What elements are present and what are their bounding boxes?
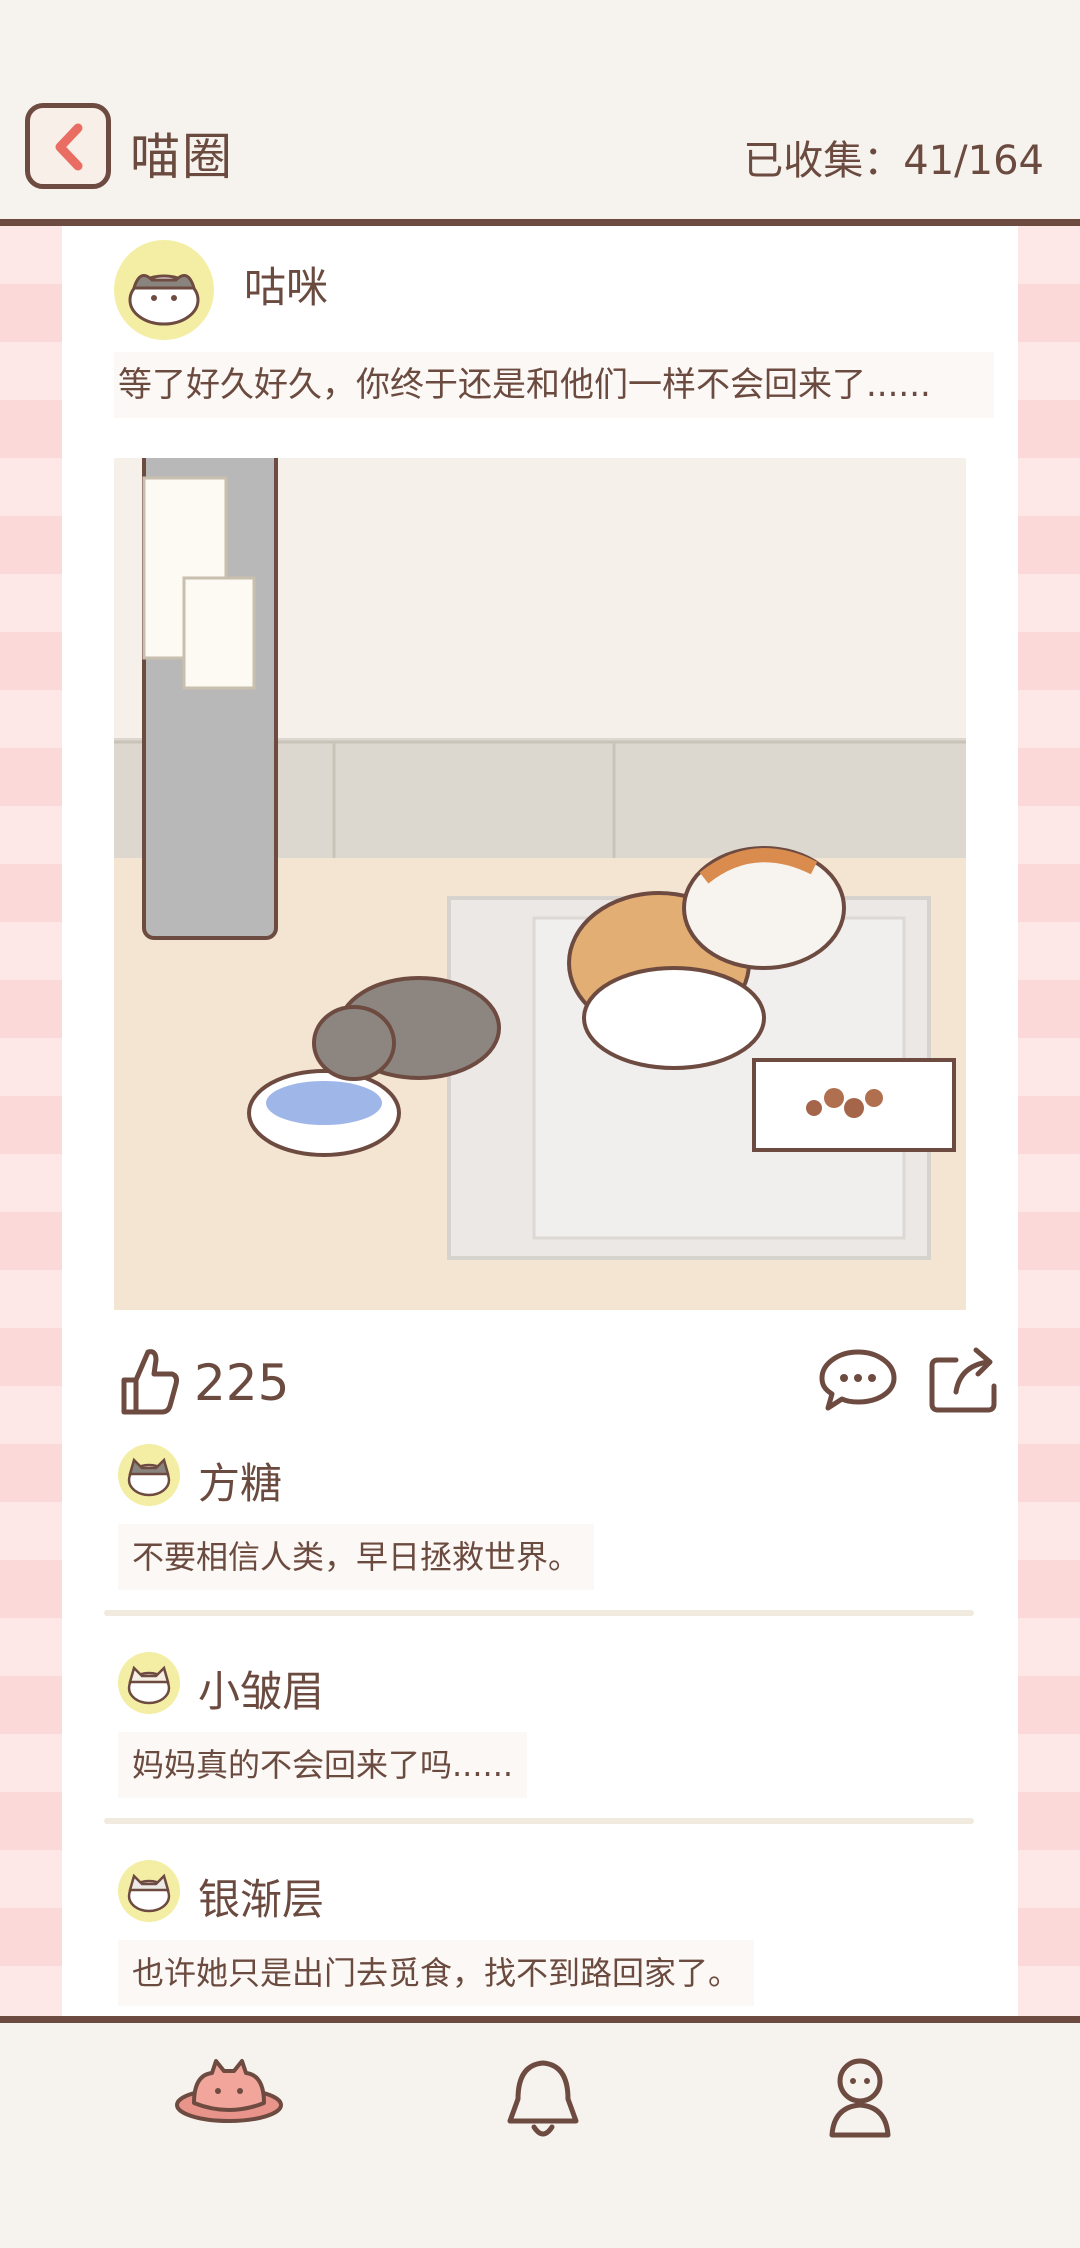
post-image[interactable] bbox=[114, 458, 966, 1310]
post-author-avatar[interactable] bbox=[114, 240, 214, 340]
cat-avatar-icon bbox=[127, 1457, 171, 1497]
comment-avatar[interactable] bbox=[118, 1444, 180, 1506]
cat-avatar-icon bbox=[128, 274, 200, 326]
share-icon[interactable] bbox=[926, 1340, 1002, 1416]
post-author-name[interactable]: 咕咪 bbox=[244, 254, 328, 315]
cat-avatar-icon bbox=[127, 1665, 171, 1705]
post-text: 等了好久好久，你终于还是和他们一样不会回来了...... bbox=[114, 352, 994, 418]
comment-text: 不要相信人类，早日拯救世界。 bbox=[118, 1524, 595, 1590]
comment-author[interactable]: 方糖 bbox=[198, 1450, 282, 1511]
comment-avatar[interactable] bbox=[118, 1652, 180, 1714]
divider bbox=[104, 1818, 974, 1824]
comment-author[interactable]: 小皱眉 bbox=[198, 1658, 324, 1719]
post-actions: 225 bbox=[114, 1336, 997, 1428]
like-icon[interactable] bbox=[114, 1344, 180, 1416]
planet-cat-icon[interactable] bbox=[172, 2055, 286, 2135]
comment-text: 妈妈真的不会回来了吗...... bbox=[118, 1732, 528, 1798]
comment-icon[interactable] bbox=[816, 1346, 900, 1416]
divider bbox=[104, 1610, 974, 1616]
cat-avatar-icon bbox=[127, 1873, 171, 1913]
collection-count: 已收集：41/164 bbox=[743, 138, 1044, 184]
page-title: 喵圈 bbox=[130, 128, 234, 186]
like-count: 225 bbox=[194, 1354, 290, 1412]
back-button[interactable] bbox=[25, 103, 111, 189]
comment-avatar[interactable] bbox=[118, 1860, 180, 1922]
bell-icon[interactable] bbox=[500, 2055, 586, 2145]
comment-author[interactable]: 银渐层 bbox=[198, 1866, 324, 1927]
bottom-nav bbox=[0, 2016, 1080, 2248]
post-card: 咕咪 等了好久好久，你终于还是和他们一样不会回来了...... 225 方糖 不… bbox=[62, 226, 1018, 2016]
back-arrow-icon bbox=[55, 123, 83, 171]
cats-illustration bbox=[114, 458, 966, 1310]
comment-text: 也许她只是出门去觅食，找不到路回家了。 bbox=[118, 1940, 755, 2006]
profile-icon[interactable] bbox=[822, 2055, 898, 2145]
top-bar: 喵圈 已收集：41/164 bbox=[0, 0, 1080, 226]
